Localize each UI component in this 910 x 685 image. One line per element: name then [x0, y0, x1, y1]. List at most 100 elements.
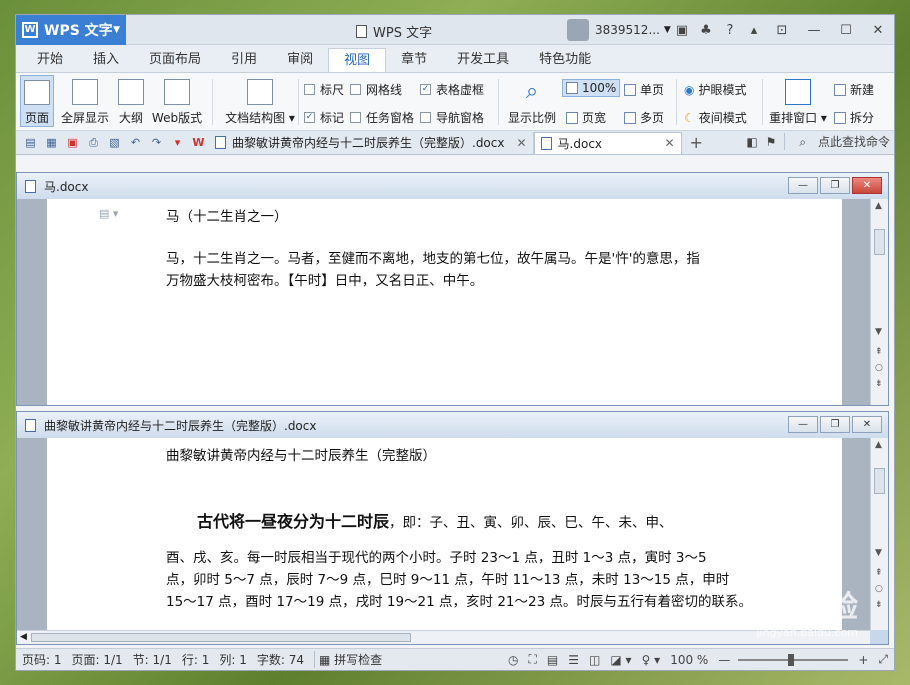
tab-chapter[interactable]: 章节 [386, 48, 442, 72]
scroll-thumb[interactable] [874, 229, 885, 255]
restore-ribbon-icon[interactable]: ⊡ [766, 23, 798, 38]
zoom-level[interactable]: 100 % [670, 653, 708, 667]
tab-document-2[interactable]: 马.docx ✕ [533, 131, 682, 154]
scroll-thumb[interactable] [874, 468, 885, 494]
zoom-slider[interactable] [738, 653, 849, 666]
eye-protection-button[interactable]: ◉ 护眼模式 [684, 81, 747, 98]
multi-page-button[interactable]: 多页 [624, 109, 664, 126]
browse-object-icon[interactable]: ○ [875, 363, 883, 373]
close-icon[interactable]: ✕ [516, 136, 526, 150]
minimize-button[interactable]: — [788, 177, 818, 194]
document-window-horse[interactable]: 马.docx — ❐ ✕ ▤ ▾ 马（十二生肖之一） 马，十二生肖之一。马者，至… [16, 172, 889, 406]
document-page[interactable]: ▤ ▾ 马（十二生肖之一） 马，十二生肖之一。马者，至健而不离地，地支的第七位，… [47, 199, 842, 405]
close-button[interactable]: ✕ [852, 177, 882, 194]
tab-insert[interactable]: 插入 [78, 48, 134, 72]
night-mode-button[interactable]: ☾ 夜间模式 [684, 109, 747, 126]
zoom-button[interactable]: ⌕ 显示比例 [504, 75, 560, 127]
status-word-count[interactable]: 字数: 74 [257, 651, 304, 668]
open-folder-icon[interactable]: ▤ [20, 136, 41, 150]
fullscreen-icon[interactable]: ⛶ [529, 652, 537, 667]
new-window-button[interactable]: 新建 [834, 81, 874, 98]
zoom-out-icon[interactable]: — [718, 653, 730, 667]
zoom-in-icon[interactable]: + [858, 653, 868, 667]
document-page[interactable]: 曲黎敏讲黄帝内经与十二时辰养生（完整版） 古代将一昼夜分为十二时辰，即：子、丑、… [47, 438, 842, 630]
previous-page-icon[interactable]: ⇞ [875, 568, 883, 578]
split-window-button[interactable]: 拆分 [834, 109, 874, 126]
restore-button[interactable]: ❐ [820, 177, 850, 194]
tab-document-1[interactable]: 曲黎敏讲黄帝内经与十二时辰养生（完整版）.docx ✕ [209, 131, 534, 154]
close-button[interactable]: ✕ [862, 23, 894, 38]
restore-button[interactable]: ❐ [820, 416, 850, 433]
user-account[interactable]: 3839512... ▼ [567, 15, 671, 45]
close-icon[interactable]: ✕ [664, 136, 674, 150]
collapse-ribbon-icon[interactable]: ▴ [742, 23, 766, 38]
maximize-button[interactable]: ☐ [830, 23, 862, 38]
page-width-button[interactable]: 页宽 [566, 109, 606, 126]
scroll-up-icon[interactable]: ▲ [875, 201, 882, 211]
tab-list-icon[interactable]: ◧ [746, 135, 757, 149]
page-view-icon[interactable]: ▤ [547, 653, 558, 667]
command-search[interactable]: ⌕ 点此查找命令 [784, 133, 890, 150]
outline-view-icon[interactable]: ☰ [568, 653, 579, 667]
save-icon[interactable]: ▦ [41, 136, 62, 150]
status-column: 列: 1 [219, 653, 247, 667]
undo-icon[interactable]: ↶ [125, 136, 146, 150]
scroll-left-icon[interactable]: ◀ [20, 632, 27, 642]
close-button[interactable]: ✕ [852, 416, 882, 433]
customize-icon[interactable]: ▾ [167, 136, 188, 150]
zoom-100-button[interactable]: 100% [562, 79, 621, 97]
redo-icon[interactable]: ↷ [146, 136, 167, 150]
tab-home[interactable]: 开始 [22, 48, 78, 72]
new-tab-button[interactable]: + [690, 133, 703, 152]
protect-icon[interactable]: ♀ ▾ [642, 653, 661, 667]
help-icon[interactable]: ? [718, 23, 742, 38]
pdf-export-icon[interactable]: ▣ [62, 136, 83, 150]
tab-special[interactable]: 特色功能 [524, 48, 606, 72]
tab-references[interactable]: 引用 [216, 48, 272, 72]
tab-view[interactable]: 视图 [328, 48, 387, 72]
next-page-icon[interactable]: ⇟ [875, 600, 883, 610]
rearrange-windows-button[interactable]: 重排窗口 ▾ [766, 75, 830, 127]
scroll-down-icon[interactable]: ▼ [875, 548, 882, 558]
single-page-button[interactable]: 单页 [624, 81, 664, 98]
web-layout-button[interactable]: Web版式 [150, 75, 204, 127]
reading-mode-icon[interactable]: ◪ ▾ [610, 653, 631, 667]
gridlines-checkbox[interactable]: 网格线 [350, 81, 402, 98]
zoom-slider-knob[interactable] [788, 653, 795, 666]
horizontal-scrollbar[interactable]: ◀ [17, 630, 870, 644]
ruler-checkbox[interactable]: 标尺 [304, 81, 344, 98]
skin-icon[interactable]: ▣ [670, 23, 694, 38]
fit-window-icon[interactable]: ⤢ [878, 652, 888, 667]
table-gridlines-checkbox[interactable]: ✓ 表格虚框 [420, 81, 484, 98]
vertical-scrollbar[interactable]: ▲ ▼ ⇞ ○ ⇟ [870, 199, 888, 405]
vertical-scrollbar[interactable]: ▲ ▼ ⇞ ○ ⇟ [870, 438, 888, 630]
scroll-up-icon[interactable]: ▲ [875, 440, 882, 450]
tab-review[interactable]: 审阅 [272, 48, 328, 72]
wps-app-menu-button[interactable]: W WPS 文字 ▼ [16, 15, 126, 45]
print-preview-icon[interactable]: ▧ [104, 136, 125, 150]
outline-button[interactable]: 大纲 [116, 75, 146, 127]
navigation-pane-checkbox[interactable]: 导航窗格 [420, 109, 484, 126]
document-map-button[interactable]: 文档结构图 ▾ [222, 75, 298, 127]
history-icon[interactable]: ◷ [508, 653, 518, 667]
tab-developer[interactable]: 开发工具 [442, 48, 524, 72]
print-icon[interactable]: ⎙ [83, 136, 104, 150]
scroll-down-icon[interactable]: ▼ [875, 327, 882, 337]
minimize-button[interactable]: — [798, 23, 830, 38]
next-page-icon[interactable]: ⇟ [875, 379, 883, 389]
pin-icon[interactable]: ⚑ [766, 135, 777, 149]
eye-icon: ◉ [684, 82, 695, 97]
minimize-button[interactable]: — [788, 416, 818, 433]
scroll-thumb[interactable] [31, 633, 411, 642]
shirt-icon[interactable]: ♣ [694, 23, 718, 38]
spell-check-button[interactable]: ▦ 拼写检查 [313, 651, 382, 668]
marks-checkbox[interactable]: ✓ 标记 [304, 109, 344, 126]
previous-page-icon[interactable]: ⇞ [875, 347, 883, 357]
fullscreen-button[interactable]: 全屏显示 [60, 75, 110, 127]
task-pane-checkbox[interactable]: 任务窗格 [350, 109, 414, 126]
wps-logo-icon[interactable]: W [188, 136, 209, 150]
web-view-icon[interactable]: ◫ [589, 653, 600, 667]
tab-page-layout[interactable]: 页面布局 [134, 48, 216, 72]
browse-object-icon[interactable]: ○ [875, 584, 883, 594]
page-view-button[interactable]: 页面 [20, 75, 54, 127]
